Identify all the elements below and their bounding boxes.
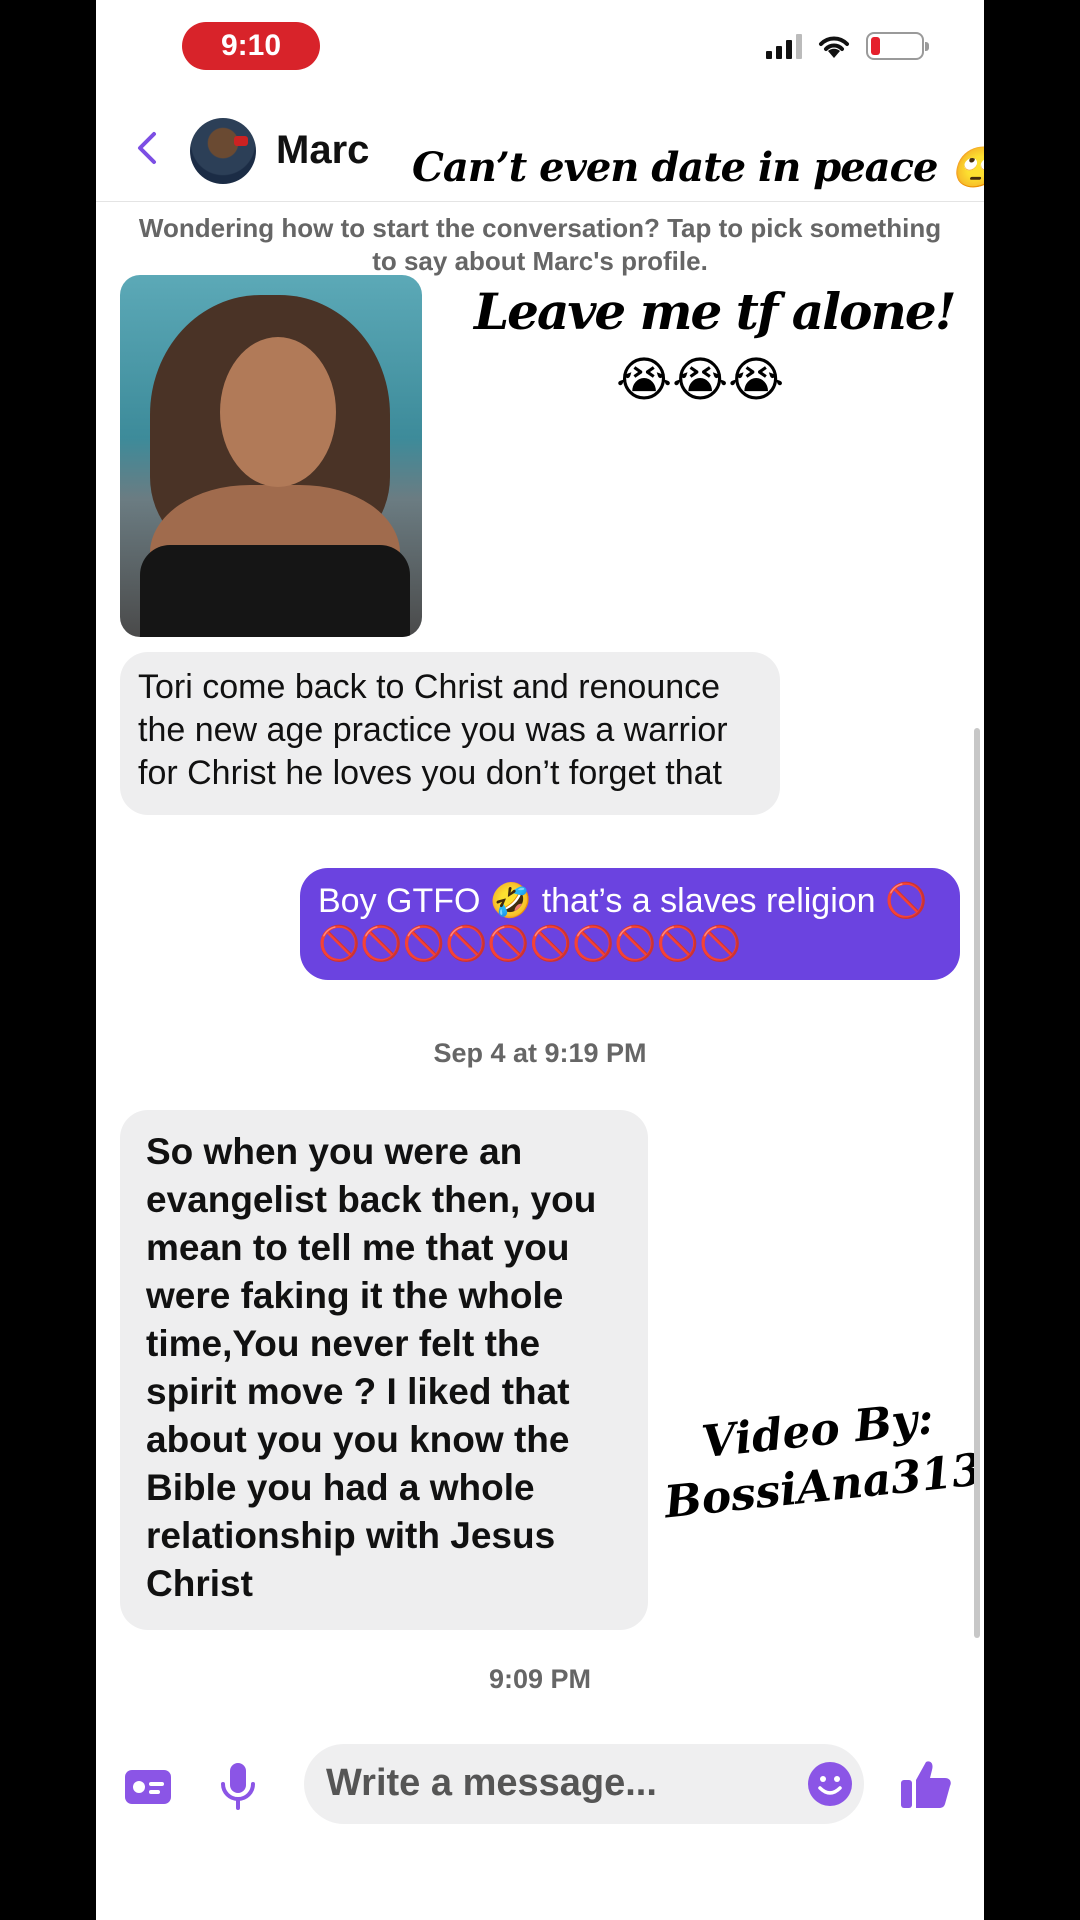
contact-name[interactable]: Marc [276,128,369,173]
timestamp: 9:09 PM [488,1664,592,1694]
thumbs-up-icon[interactable] [898,1756,954,1812]
message-placeholder: Write a message... [326,1762,657,1804]
scrollbar[interactable] [974,728,980,1638]
wifi-icon [819,36,849,58]
photo-message[interactable] [120,275,422,637]
battery-icon [866,32,929,60]
overlay-caption-leave: Leave me tf alone! [474,282,957,341]
signal-icon [766,33,802,59]
timestamp: Sep 4 at 9:19 PM [433,1038,647,1068]
phone-screen: 9:10 Marc Can’t even date in peace 🙄 Won… [96,0,984,1920]
overlay-caption-title: Can’t even date in peace 🙄 [412,144,984,191]
contact-card-icon[interactable] [122,1760,174,1812]
back-chevron-icon[interactable] [126,126,170,170]
overlay-watermark: Video By: BossiAna313 [656,1387,984,1532]
emoji-icon[interactable] [806,1760,854,1808]
chat-header: Marc Can’t even date in peace 🙄 [96,100,984,202]
incoming-message[interactable]: So when you were an evangelist back then… [120,1110,648,1630]
status-icons [766,32,929,60]
conversation-starter-hint[interactable]: Wondering how to start the conversation?… [136,212,944,276]
incoming-message[interactable]: Tori come back to Christ and renounce th… [120,652,780,815]
outgoing-message[interactable]: Boy GTFO 🤣 that’s a slaves religion 🚫🚫🚫🚫… [300,868,960,980]
status-time: 9:10 [182,22,320,70]
overlay-caption-emoji: 😭😭😭 [616,354,785,407]
composer-bar: Write a message... [96,1740,984,1830]
microphone-icon[interactable] [212,1760,264,1812]
avatar[interactable] [190,118,256,184]
